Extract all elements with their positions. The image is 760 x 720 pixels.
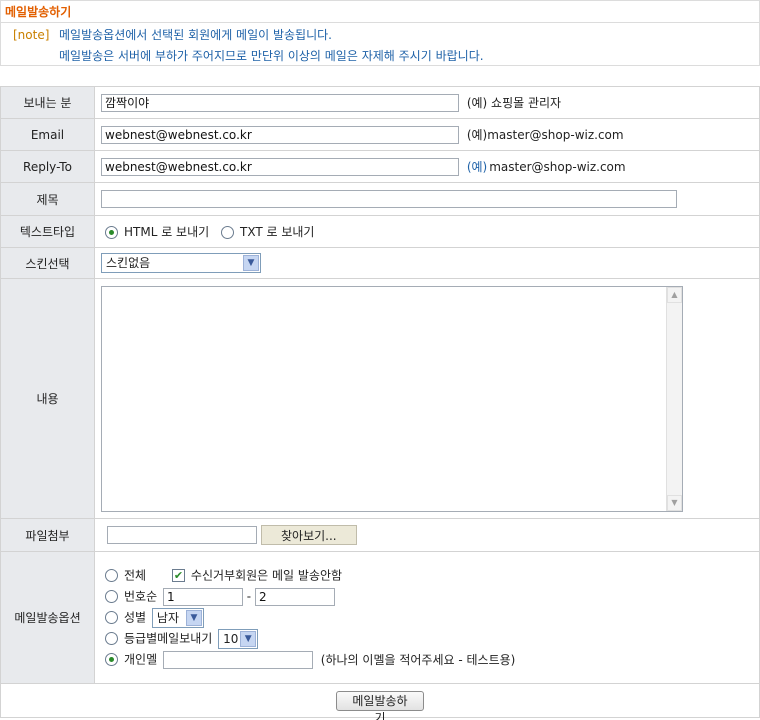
options-label: 메일발송옵션 xyxy=(0,551,95,684)
grade-radio-label: 등급별메일보내기 xyxy=(124,631,213,646)
attachment-input[interactable] xyxy=(107,526,257,544)
range-from-input[interactable] xyxy=(162,587,243,606)
chevron-down-icon: ▼ xyxy=(243,255,259,271)
grade-radio[interactable] xyxy=(105,632,118,645)
sender-hint: (예) 쇼핑몰 관리자 xyxy=(466,96,562,110)
email-label: Email xyxy=(0,118,95,151)
range-radio-label: 번호순 xyxy=(124,589,158,604)
gender-select-value: 남자 xyxy=(156,610,180,625)
option-all-line: 전체 ✔ 수신거부회원은 메일 발송안함 xyxy=(105,565,759,586)
html-radio-label: HTML 로 보내기 xyxy=(124,225,210,239)
send-mail-button[interactable]: 메일발송하기 xyxy=(336,690,424,720)
browse-button[interactable]: 찾아보기... xyxy=(260,525,357,545)
content-label: 내용 xyxy=(0,278,95,519)
scroll-up-icon[interactable]: ▲ xyxy=(667,286,682,303)
row-text-type: 텍스트타입 HTML 로 보내기 TXT 로 보내기 xyxy=(0,215,760,248)
notice-panel: 메일발송하기 [note] 메일발송옵션에서 선택된 회원에게 메일이 발송됩니다… xyxy=(0,0,760,66)
note-text-2: 메일발송은 서버에 부하가 주어지므로 만단위 이상의 메일은 자제해 주시기 … xyxy=(59,49,484,63)
page-title: 메일발송하기 xyxy=(1,1,759,23)
all-radio[interactable] xyxy=(105,569,118,582)
email-input[interactable] xyxy=(101,125,459,144)
sender-input[interactable] xyxy=(101,93,459,112)
range-dash: - xyxy=(246,589,252,604)
reply-to-input[interactable] xyxy=(101,157,459,176)
row-subject: 제목 xyxy=(0,182,760,216)
range-radio[interactable] xyxy=(105,590,118,603)
note-tag: [note] xyxy=(13,28,50,42)
attachment-label: 파일첨부 xyxy=(0,518,95,552)
note-text-1: 메일발송옵션에서 선택된 회원에게 메일이 발송됩니다. xyxy=(59,28,332,42)
exclude-refused-checkbox[interactable]: ✔ xyxy=(171,569,185,582)
gender-select[interactable]: 남자 ▼ xyxy=(151,607,204,628)
personal-hint: (하나의 이멜을 적어주세요 - 테스트용) xyxy=(320,652,516,667)
text-type-label: 텍스트타입 xyxy=(0,215,95,248)
grade-select[interactable]: 10 ▼ xyxy=(218,628,259,649)
content-scrollbar[interactable]: ▲ ▼ xyxy=(666,286,682,511)
exclude-refused-label: 수신거부회원은 메일 발송안함 xyxy=(190,568,343,583)
option-personal-line: 개인멜 (하나의 이멜을 적어주세요 - 테스트용) xyxy=(105,649,759,670)
content-textarea[interactable]: ▲ ▼ xyxy=(101,285,683,512)
skin-select-value: 스킨없음 xyxy=(106,256,151,270)
skin-label: 스킨선택 xyxy=(0,247,95,279)
row-submit: 메일발송하기 xyxy=(0,683,760,720)
personal-email-input[interactable] xyxy=(162,650,313,669)
email-hint: (예)master@shop-wiz.com xyxy=(466,128,624,142)
chevron-down-icon: ▼ xyxy=(185,609,202,626)
gender-radio[interactable] xyxy=(105,611,118,624)
row-attachment: 파일첨부 찾아보기... xyxy=(0,518,760,552)
option-grade-line: 등급별메일보내기 10 ▼ xyxy=(105,628,759,649)
grade-select-value: 10 xyxy=(223,631,239,646)
all-radio-label: 전체 xyxy=(124,568,147,583)
range-to-input[interactable] xyxy=(254,587,335,606)
mail-form-table: 보내는 분 (예) 쇼핑몰 관리자 Email (예)master@shop-w… xyxy=(0,86,760,720)
reply-to-label: Reply-To xyxy=(0,150,95,183)
note-line-1: [note] 메일발송옵션에서 선택된 회원에게 메일이 발송됩니다. xyxy=(1,23,759,44)
sender-label: 보내는 분 xyxy=(0,86,95,119)
html-radio[interactable] xyxy=(105,226,118,239)
personal-radio[interactable] xyxy=(105,653,118,666)
subject-input[interactable] xyxy=(101,190,677,208)
skin-select[interactable]: 스킨없음 ▼ xyxy=(101,253,261,273)
option-range-line: 번호순 - xyxy=(105,586,759,607)
gender-radio-label: 성별 xyxy=(124,610,147,625)
scroll-down-icon[interactable]: ▼ xyxy=(667,494,682,511)
row-reply-to: Reply-To (예)master@shop-wiz.com xyxy=(0,150,760,183)
row-skin: 스킨선택 스킨없음 ▼ xyxy=(0,247,760,279)
personal-radio-label: 개인멜 xyxy=(124,652,158,667)
row-email: Email (예)master@shop-wiz.com xyxy=(0,118,760,151)
chevron-down-icon: ▼ xyxy=(240,630,257,647)
option-gender-line: 성별 남자 ▼ xyxy=(105,607,759,628)
txt-radio-label: TXT 로 보내기 xyxy=(240,225,315,239)
row-options: 메일발송옵션 전체 ✔ 수신거부회원은 메일 발송안함 번호순 - 성별 남자 ▼… xyxy=(0,551,760,684)
txt-radio[interactable] xyxy=(221,226,235,239)
reply-to-hint: master@shop-wiz.com xyxy=(489,159,626,174)
row-sender: 보내는 분 (예) 쇼핑몰 관리자 xyxy=(0,86,760,119)
row-content: 내용 ▲ ▼ xyxy=(0,278,760,519)
subject-label: 제목 xyxy=(0,182,95,216)
reply-to-hint-prefix: (예) xyxy=(466,160,488,174)
